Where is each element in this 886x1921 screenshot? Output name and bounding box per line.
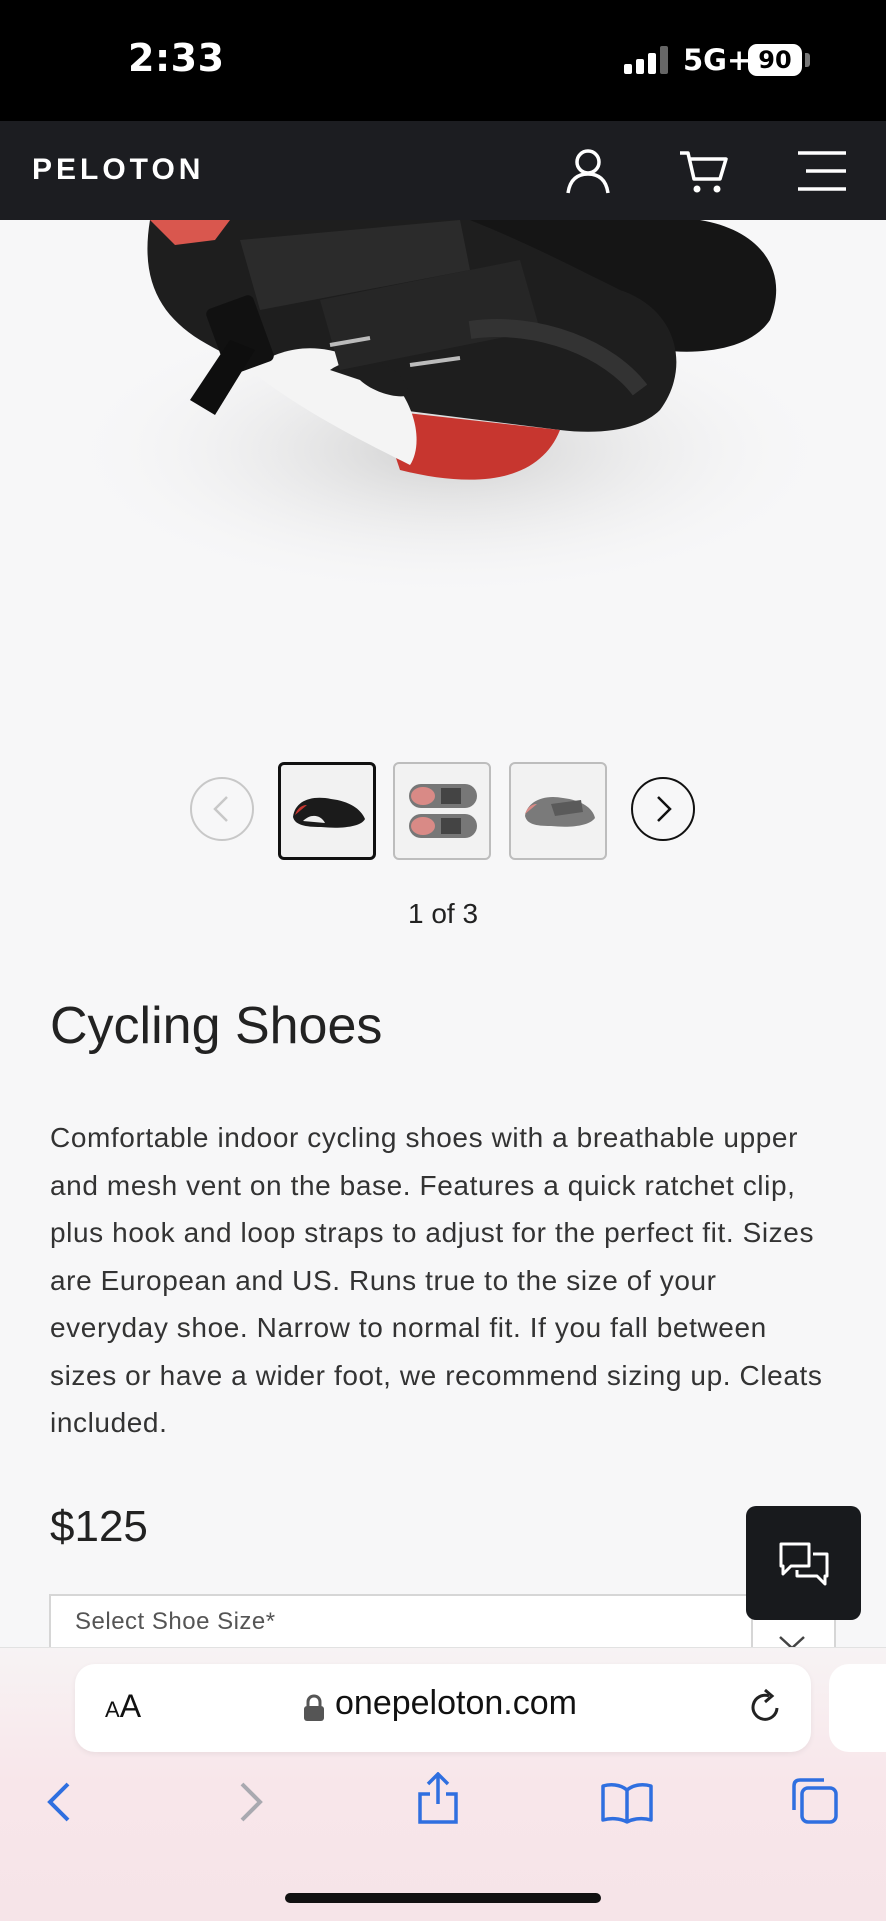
site-header: PELOTON: [0, 121, 886, 220]
cart-icon[interactable]: [678, 145, 730, 197]
chat-icon: [779, 1542, 828, 1586]
thumbnail-3[interactable]: [509, 762, 607, 860]
next-tab-peek[interactable]: [829, 1664, 886, 1752]
product-price: $125: [50, 1502, 148, 1551]
image-counter: 1 of 3: [407, 898, 479, 929]
bookmarks-icon[interactable]: [600, 1782, 654, 1829]
browser-toolbar: AAAA onepeloton.com: [0, 1647, 886, 1921]
carousel-prev-button[interactable]: [190, 777, 254, 841]
address-bar[interactable]: AAAA onepeloton.com: [75, 1664, 811, 1752]
reload-icon[interactable]: [747, 1688, 783, 1731]
share-icon[interactable]: [416, 1771, 460, 1829]
text-size-button[interactable]: AAAA: [105, 1688, 141, 1725]
signal-icon: [624, 46, 668, 74]
url-text[interactable]: onepeloton.com: [335, 1684, 577, 1723]
battery-icon: 90: [748, 44, 802, 76]
battery-tip: [805, 53, 810, 67]
tabs-icon[interactable]: [790, 1776, 840, 1831]
forward-icon[interactable]: [236, 1780, 266, 1829]
product-hero-image[interactable]: [0, 220, 886, 740]
peloton-logo[interactable]: PELOTON: [32, 153, 204, 187]
chat-button[interactable]: [746, 1506, 861, 1620]
account-icon[interactable]: [562, 145, 614, 197]
thumbnail-2[interactable]: [393, 762, 491, 860]
status-bar: 2:33 5G+ 90: [0, 0, 886, 121]
product-description: Comfortable indoor cycling shoes with a …: [50, 1122, 823, 1438]
home-indicator: [285, 1893, 601, 1903]
thumbnail-1[interactable]: [278, 762, 376, 860]
lock-icon: [303, 1694, 325, 1727]
status-time: 2:33: [128, 36, 225, 80]
product-title: Cycling Shoes: [50, 997, 383, 1055]
network-label: 5G+: [683, 43, 752, 77]
menu-icon[interactable]: [794, 145, 850, 197]
carousel-next-button[interactable]: [631, 777, 695, 841]
back-icon[interactable]: [44, 1780, 74, 1829]
size-select-label: Select Shoe Size*: [75, 1608, 276, 1635]
